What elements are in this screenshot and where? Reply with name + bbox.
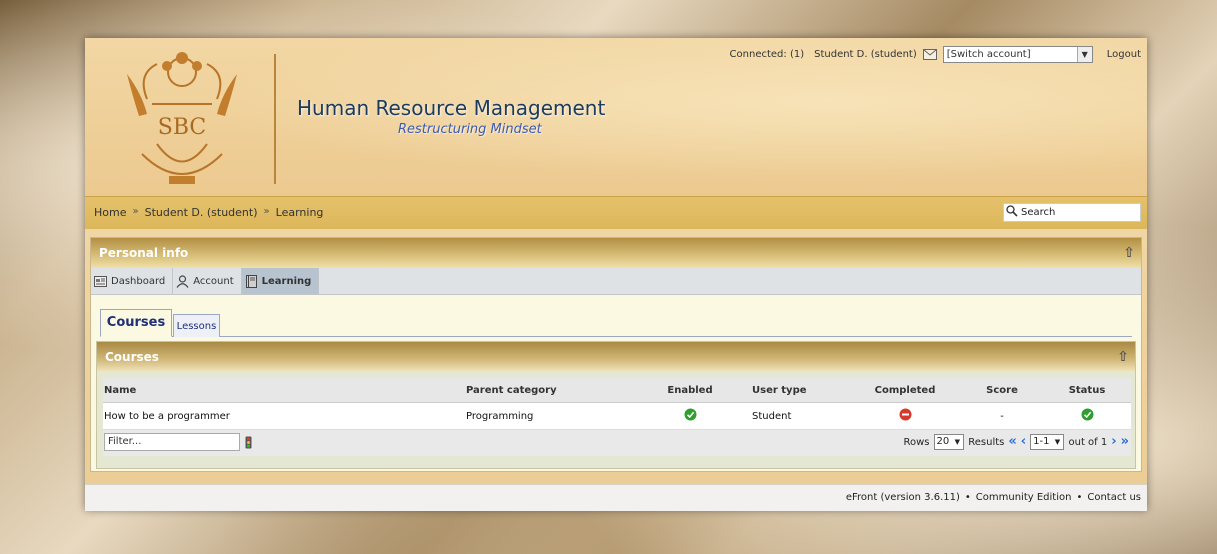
- column-header[interactable]: Completed: [850, 385, 960, 396]
- tab-learning[interactable]: Learning: [241, 268, 320, 294]
- enabled-cell: [636, 408, 744, 424]
- subtab-lessons[interactable]: Lessons: [173, 314, 220, 337]
- courses-header: Courses ⇧: [97, 342, 1135, 372]
- status-cell: [1044, 408, 1130, 424]
- search-input[interactable]: Search: [1003, 203, 1141, 222]
- last-page-icon[interactable]: »: [1121, 435, 1129, 449]
- user-icon: [176, 274, 189, 288]
- column-header[interactable]: Parent category: [466, 385, 636, 396]
- results-label: Results: [968, 436, 1005, 448]
- column-header[interactable]: Score: [960, 385, 1044, 396]
- search-input-text: Search: [1021, 207, 1056, 218]
- results-select[interactable]: 1-1 ▼: [1030, 434, 1065, 450]
- logo-emblem: SBC: [127, 52, 237, 184]
- breadcrumb-learning[interactable]: Learning: [276, 206, 324, 219]
- course-category: Programming: [466, 410, 534, 422]
- chevron-down-icon: ▼: [1054, 438, 1061, 446]
- column-header[interactable]: Status: [1044, 385, 1130, 396]
- traffic-light-icon[interactable]: [245, 436, 252, 449]
- footer-links: eFront (version 3.6.11) • Community Edit…: [846, 492, 1141, 503]
- learning-content: Courses Lessons Courses ⇧ Name Parent ca…: [91, 295, 1141, 471]
- tab-label: Learning: [261, 275, 312, 287]
- site-title: Human Resource Management: [297, 96, 606, 120]
- out-of-label: out of 1: [1068, 436, 1108, 448]
- logout-link[interactable]: Logout: [1107, 49, 1141, 60]
- completed-cell: [850, 408, 960, 424]
- rows-value: 20: [936, 436, 950, 447]
- learning-subtabs: Courses Lessons: [100, 309, 1132, 337]
- courses-table: Name Parent category Enabled User type C…: [103, 378, 1131, 456]
- score: -: [1000, 410, 1004, 422]
- breadcrumb-home[interactable]: Home: [94, 206, 126, 219]
- page-frame: SBC Human Resource Management Restructur…: [85, 38, 1147, 511]
- breadcrumb-separator: »: [263, 206, 270, 217]
- panel-title: Personal info: [99, 246, 189, 260]
- table-footer: Filter... Rows 20 ▼ Results « ‹ 1-1 ▼ ou…: [103, 430, 1131, 456]
- next-page-icon[interactable]: ›: [1111, 435, 1116, 449]
- footer: eFront (version 3.6.11) • Community Edit…: [85, 484, 1147, 511]
- personal-nav: Dashboard Account Learning: [91, 268, 1141, 295]
- rows-select[interactable]: 20 ▼: [933, 434, 965, 450]
- tab-label: Dashboard: [111, 275, 166, 287]
- previous-page-icon[interactable]: ‹: [1021, 435, 1026, 449]
- first-page-icon[interactable]: «: [1008, 435, 1016, 449]
- chevron-down-icon: ▼: [954, 438, 960, 446]
- column-header[interactable]: User type: [744, 385, 850, 396]
- footer-separator: •: [1076, 492, 1083, 503]
- footer-separator: •: [964, 492, 971, 503]
- header-divider: [274, 54, 276, 184]
- results-value: 1-1: [1033, 436, 1050, 447]
- site-logo[interactable]: SBC: [107, 44, 257, 194]
- current-user-link[interactable]: Student D. (student): [814, 49, 917, 60]
- book-icon: [245, 274, 258, 288]
- tab-account[interactable]: Account: [173, 268, 242, 294]
- contact-link[interactable]: Contact us: [1087, 492, 1141, 503]
- edition-link[interactable]: Community Edition: [976, 492, 1072, 503]
- personal-info-header: Personal info ⇧: [91, 238, 1141, 268]
- messages-icon[interactable]: [922, 49, 937, 60]
- check-icon: [1081, 408, 1093, 421]
- personal-info-panel: Personal info ⇧ Dashboard Account Learni…: [90, 237, 1142, 472]
- connected-count: Connected: (1): [729, 49, 805, 60]
- breadcrumb-bar: Home » Student D. (student) » Learning S…: [85, 196, 1147, 230]
- site-subtitle: Restructuring Mindset: [398, 122, 542, 137]
- tab-label: Account: [193, 275, 234, 287]
- column-header[interactable]: Enabled: [636, 385, 744, 396]
- tab-dashboard[interactable]: Dashboard: [91, 268, 174, 294]
- filter-input[interactable]: Filter...: [104, 433, 240, 451]
- collapse-icon[interactable]: ⇧: [1123, 244, 1135, 262]
- switch-account-value: [Switch account]: [946, 49, 1031, 60]
- search-icon: [1006, 205, 1018, 220]
- breadcrumb-user[interactable]: Student D. (student): [145, 206, 258, 219]
- not-completed-icon: [899, 408, 911, 421]
- breadcrumb: Home » Student D. (student) » Learning: [94, 206, 323, 219]
- account-bar: Connected: (1) Student D. (student) [Swi…: [730, 46, 1141, 63]
- courses-box: Courses ⇧ Name Parent category Enabled U…: [96, 341, 1136, 469]
- pagination: Rows 20 ▼ Results « ‹ 1-1 ▼ out of 1 › »: [904, 434, 1129, 450]
- rows-label: Rows: [903, 436, 930, 448]
- breadcrumb-separator: »: [132, 206, 139, 217]
- course-name[interactable]: How to be a programmer: [103, 411, 466, 422]
- chevron-down-icon: ▼: [1076, 47, 1092, 62]
- version-link[interactable]: eFront (version 3.6.11): [846, 492, 960, 503]
- check-icon: [684, 408, 696, 421]
- header: SBC Human Resource Management Restructur…: [85, 38, 1147, 196]
- collapse-icon[interactable]: ⇧: [1117, 348, 1129, 366]
- content-area: Personal info ⇧ Dashboard Account Learni…: [85, 229, 1147, 484]
- logo-text: SBC: [158, 115, 206, 140]
- courses-title: Courses: [105, 350, 159, 364]
- subtab-courses[interactable]: Courses: [100, 309, 172, 337]
- table-header: Name Parent category Enabled User type C…: [103, 378, 1131, 403]
- column-header[interactable]: Name: [103, 385, 466, 396]
- table-row: How to be a programmer Programming Stude…: [103, 403, 1131, 430]
- dashboard-icon: [94, 275, 107, 288]
- user-type: Student: [752, 410, 792, 422]
- switch-account-select[interactable]: [Switch account] ▼: [942, 46, 1093, 63]
